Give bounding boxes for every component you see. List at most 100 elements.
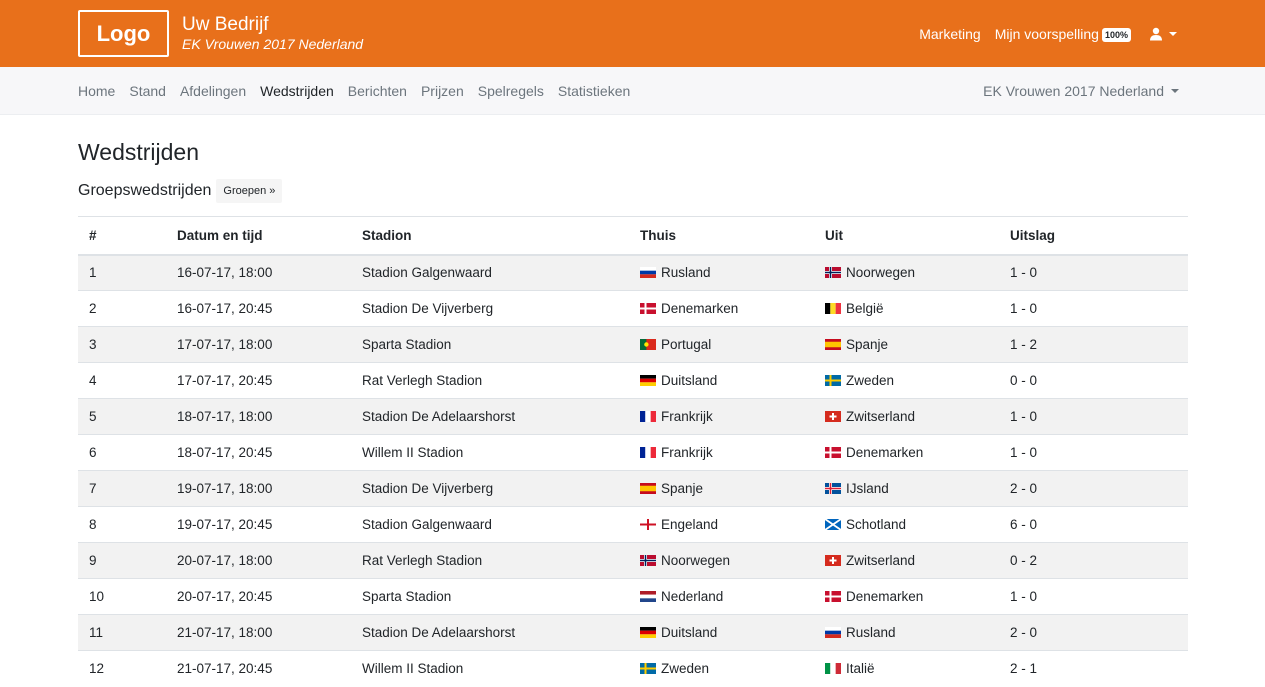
cell-result: 2 - 1 xyxy=(999,650,1188,687)
cell-home-team-text: Rusland xyxy=(661,265,711,281)
spain-flag-icon xyxy=(640,483,656,494)
table-row: 7 19-07-17, 18:00 Stadion De Vijverberg Spa… xyxy=(78,470,1188,507)
cell-home-team: Duitsland xyxy=(629,362,814,399)
cell-home-team: Denemarken xyxy=(629,290,814,327)
france-flag-icon xyxy=(640,411,656,422)
cell-date: 18-07-17, 20:45 xyxy=(166,434,351,471)
cell-number: 3 xyxy=(78,326,166,363)
tournament-dropdown[interactable]: EK Vrouwen 2017 Nederland xyxy=(983,67,1179,115)
nav-spelregels[interactable]: Spelregels xyxy=(478,83,544,99)
cell-date: 16-07-17, 20:45 xyxy=(166,290,351,327)
cell-away-team-text: IJsland xyxy=(846,481,889,496)
cell-number: 7 xyxy=(78,470,166,507)
my-prediction-link[interactable]: Mijn voorspelling 100% xyxy=(995,26,1131,42)
cell-date: 19-07-17, 20:45 xyxy=(166,506,351,543)
cell-number-text: 10 xyxy=(89,589,105,604)
cell-home-team: Portugal xyxy=(629,326,814,363)
cell-home-team-text: Zweden xyxy=(661,661,710,677)
nav-afdelingen[interactable]: Afdelingen xyxy=(180,83,246,99)
cell-away-team-text: Zwitserland xyxy=(846,409,916,424)
cell-away-team-text: Spanje xyxy=(846,337,889,352)
cell-result: 1 - 0 xyxy=(999,254,1188,291)
table-row: 8 19-07-17, 20:45 Stadion Galgenwaard Engel… xyxy=(78,506,1188,543)
column-header-date: Datum en tijd xyxy=(166,216,351,256)
brand-subtitle: EK Vrouwen 2017 Nederland xyxy=(182,36,364,52)
nav-prijzen[interactable]: Prijzen xyxy=(421,83,464,99)
cell-result: 1 - 0 xyxy=(999,290,1188,327)
cell-result-text: 0 - 2 xyxy=(1010,553,1038,568)
brand-name: Uw Bedrijf xyxy=(182,14,269,35)
cell-home-team: Engeland xyxy=(629,506,814,543)
cell-stadium-text: Stadion Galgenwaard xyxy=(362,265,492,281)
england-flag-icon xyxy=(640,519,656,530)
cell-home-team: Rusland xyxy=(629,254,814,291)
column-header-away: Uit xyxy=(814,216,999,256)
cell-date-text: 18-07-17, 18:00 xyxy=(177,409,273,424)
cell-number-text: 12 xyxy=(89,661,105,677)
marketing-link[interactable]: Marketing xyxy=(919,26,980,42)
nav-stand[interactable]: Stand xyxy=(129,83,166,99)
cell-stadium-text: Willem II Stadion xyxy=(362,661,464,677)
cell-away-team-text: Denemarken xyxy=(846,445,924,460)
cell-away-team: Zweden xyxy=(814,362,999,399)
cell-away-team: Italië xyxy=(814,650,999,687)
cell-date: 21-07-17, 18:00 xyxy=(166,614,351,651)
cell-date: 18-07-17, 18:00 xyxy=(166,398,351,435)
column-header-result: Uitslag xyxy=(999,216,1188,256)
sub-navigation: Home Stand Afdelingen Wedstrijden Berich… xyxy=(0,67,1265,115)
table-row: 1 16-07-17, 18:00 Stadion Galgenwaard Rusla… xyxy=(78,254,1188,291)
cell-date-text: 19-07-17, 20:45 xyxy=(177,517,273,532)
user-menu-toggle[interactable] xyxy=(1149,27,1177,41)
cell-result-text: 1 - 0 xyxy=(1010,301,1038,316)
nav-statistieken[interactable]: Statistieken xyxy=(558,83,630,99)
my-prediction-label: Mijn voorspelling xyxy=(994,25,1099,42)
sweden-flag-icon xyxy=(640,663,656,675)
netherlands-flag-icon xyxy=(640,591,656,602)
cell-home-team-text: Nederland xyxy=(661,589,724,604)
iceland-flag-icon xyxy=(825,483,841,494)
cell-away-team-text: Schotland xyxy=(846,517,907,532)
nav-home[interactable]: Home xyxy=(78,83,115,99)
cell-result-text: 2 - 0 xyxy=(1010,625,1038,640)
cell-home-team-text: Frankrijk xyxy=(661,409,713,424)
table-row: 12 21-07-17, 20:45 Willem II Stadion Zweden… xyxy=(78,650,1188,687)
norway-flag-icon xyxy=(640,555,656,566)
table-row: 10 20-07-17, 20:45 Sparta Stadion Nederland… xyxy=(78,578,1188,615)
cell-number-text: 11 xyxy=(89,625,104,640)
cell-stadium: Rat Verlegh Stadion xyxy=(351,362,629,399)
cell-stadium-text: Sparta Stadion xyxy=(362,589,452,604)
cell-date: 20-07-17, 20:45 xyxy=(166,578,351,615)
cell-stadium-text: Willem II Stadion xyxy=(362,445,464,460)
cell-away-team: Rusland xyxy=(814,614,999,651)
cell-number: 5 xyxy=(78,398,166,435)
cell-stadium: Stadion Galgenwaard xyxy=(351,254,629,291)
cell-home-team: Frankrijk xyxy=(629,434,814,471)
cell-result-text: 6 - 0 xyxy=(1010,517,1038,532)
belgium-flag-icon xyxy=(825,303,841,314)
cell-number: 1 xyxy=(78,254,166,291)
cell-date: 17-07-17, 20:45 xyxy=(166,362,351,399)
switzerland-flag-icon xyxy=(825,555,841,566)
logo[interactable]: Logo xyxy=(78,10,169,57)
cell-away-team-text: België xyxy=(846,301,884,316)
cell-result-text: 1 - 0 xyxy=(1010,265,1038,281)
nav-wedstrijden[interactable]: Wedstrijden xyxy=(260,83,334,99)
cell-number-text: 1 xyxy=(89,265,97,281)
cell-away-team: Denemarken xyxy=(814,578,999,615)
main-content: Wedstrijden Groepswedstrijden Groepen » … xyxy=(78,115,1188,687)
cell-number-text: 6 xyxy=(89,445,97,460)
page-title: Wedstrijden xyxy=(78,139,200,165)
cell-stadium-text: Rat Verlegh Stadion xyxy=(362,373,483,388)
cell-date: 20-07-17, 18:00 xyxy=(166,542,351,579)
cell-home-team: Frankrijk xyxy=(629,398,814,435)
cell-date-text: 17-07-17, 20:45 xyxy=(177,373,273,388)
cell-home-team: Zweden xyxy=(629,650,814,687)
cell-date-text: 19-07-17, 18:00 xyxy=(177,481,273,496)
top-header: Logo Uw Bedrijf EK Vrouwen 2017 Nederlan… xyxy=(0,0,1265,67)
groups-button[interactable]: Groepen » xyxy=(216,179,283,203)
cell-home-team-text: Noorwegen xyxy=(661,553,731,568)
cell-home-team: Spanje xyxy=(629,470,814,507)
nav-berichten[interactable]: Berichten xyxy=(348,83,407,99)
column-header-home: Thuis xyxy=(629,216,814,256)
logo-text: Logo xyxy=(96,20,151,46)
